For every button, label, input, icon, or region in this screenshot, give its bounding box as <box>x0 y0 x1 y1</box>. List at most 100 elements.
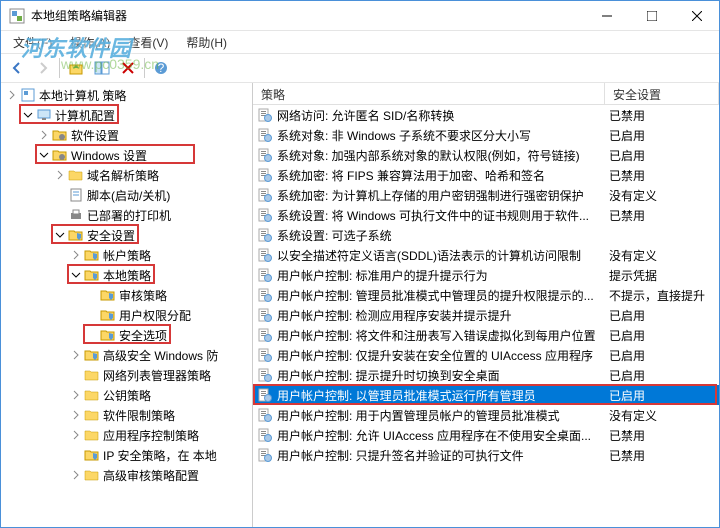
collapse-toggle-icon[interactable] <box>5 88 19 102</box>
up-button[interactable] <box>64 56 88 80</box>
policy-setting: 没有定义 <box>605 247 719 264</box>
policy-name: 系统设置: 可选子系统 <box>277 227 392 244</box>
tree-item-options[interactable]: 安全选项 <box>1 325 252 345</box>
policy-row[interactable]: 用户帐户控制: 提示提升时切换到安全桌面已启用 <box>253 365 719 385</box>
policy-icon <box>257 227 273 243</box>
tree-item-ipsec[interactable]: IP 安全策略，在 本地 <box>1 445 252 465</box>
column-setting[interactable]: 安全设置 <box>605 83 719 104</box>
expand-toggle-icon[interactable] <box>21 108 35 122</box>
policy-setting: 已禁用 <box>605 427 719 444</box>
collapse-toggle-icon[interactable] <box>69 388 83 402</box>
policy-name: 网络访问: 允许匿名 SID/名称转换 <box>277 107 454 124</box>
policy-icon <box>257 327 273 343</box>
policy-setting: 已启用 <box>605 387 719 404</box>
tree-item-rights[interactable]: 用户权限分配 <box>1 305 252 325</box>
menu-view[interactable]: 查看(V) <box>120 32 176 53</box>
policy-setting: 提示凭据 <box>605 267 719 284</box>
policy-row[interactable]: 用户帐户控制: 用于内置管理员帐户的管理员批准模式没有定义 <box>253 405 719 425</box>
policy-setting: 已启用 <box>605 307 719 324</box>
tree-item-account[interactable]: 帐户策略 <box>1 245 252 265</box>
delete-button[interactable] <box>116 56 140 80</box>
policy-row[interactable]: 系统对象: 加强内部系统对象的默认权限(例如，符号链接)已启用 <box>253 145 719 165</box>
tree-item-software[interactable]: 软件设置 <box>1 125 252 145</box>
tree-label: 帐户策略 <box>103 247 151 264</box>
back-button[interactable] <box>5 56 29 80</box>
policy-setting: 已禁用 <box>605 167 719 184</box>
tree-label: 安全设置 <box>87 227 135 244</box>
tree-item-security[interactable]: 安全设置 <box>1 225 252 245</box>
policy-row[interactable]: 用户帐户控制: 标准用户的提升提示行为提示凭据 <box>253 265 719 285</box>
menu-help[interactable]: 帮助(H) <box>178 32 235 53</box>
tree-item-root[interactable]: 本地计算机 策略 <box>1 85 252 105</box>
tree-pane[interactable]: 本地计算机 策略计算机配置软件设置Windows 设置域名解析策略脚本(启动/关… <box>1 83 253 527</box>
tree-item-scripts[interactable]: 脚本(启动/关机) <box>1 185 252 205</box>
policy-name: 用户帐户控制: 管理员批准模式中管理员的提升权限提示的... <box>277 287 594 304</box>
tree-node-icon <box>100 307 116 323</box>
tree-node-icon <box>68 187 84 203</box>
policy-name: 用户帐户控制: 仅提升安装在安全位置的 UIAccess 应用程序 <box>277 347 593 364</box>
policy-name: 系统加密: 将 FIPS 兼容算法用于加密、哈希和签名 <box>277 167 545 184</box>
policy-row[interactable]: 以安全描述符定义语言(SDDL)语法表示的计算机访问限制没有定义 <box>253 245 719 265</box>
tree-item-advaudit[interactable]: 高级审核策略配置 <box>1 465 252 485</box>
policy-setting: 没有定义 <box>605 407 719 424</box>
list-pane: 策略 安全设置 网络访问: 允许匿名 SID/名称转换已禁用系统对象: 非 Wi… <box>253 83 719 527</box>
tree-item-audit[interactable]: 审核策略 <box>1 285 252 305</box>
tree-item-netlist[interactable]: 网络列表管理器策略 <box>1 365 252 385</box>
list-header: 策略 安全设置 <box>253 83 719 105</box>
tree-item-pubkey[interactable]: 公钥策略 <box>1 385 252 405</box>
tree-node-icon <box>84 367 100 383</box>
collapse-toggle-icon[interactable] <box>69 428 83 442</box>
policy-row[interactable]: 系统加密: 为计算机上存储的用户密钥强制进行强密钥保护没有定义 <box>253 185 719 205</box>
policy-row[interactable]: 用户帐户控制: 将文件和注册表写入错误虚拟化到每用户位置已启用 <box>253 325 719 345</box>
maximize-button[interactable] <box>629 1 674 30</box>
tree-item-dns[interactable]: 域名解析策略 <box>1 165 252 185</box>
close-button[interactable] <box>674 1 719 30</box>
tree-item-local[interactable]: 本地策略 <box>1 265 252 285</box>
collapse-toggle-icon[interactable] <box>69 348 83 362</box>
tree-item-windows[interactable]: Windows 设置 <box>1 145 252 165</box>
collapse-toggle-icon[interactable] <box>69 468 83 482</box>
window-controls <box>584 1 719 30</box>
tree-label: 高级审核策略配置 <box>103 467 199 484</box>
expand-toggle-icon[interactable] <box>53 228 67 242</box>
forward-button[interactable] <box>31 56 55 80</box>
policy-row[interactable]: 用户帐户控制: 以管理员批准模式运行所有管理员 已启用 <box>253 385 719 405</box>
policy-row[interactable]: 系统对象: 非 Windows 子系统不要求区分大小写已启用 <box>253 125 719 145</box>
policy-name: 用户帐户控制: 将文件和注册表写入错误虚拟化到每用户位置 <box>277 327 596 344</box>
policy-row[interactable]: 网络访问: 允许匿名 SID/名称转换已禁用 <box>253 105 719 125</box>
tree-node-icon <box>100 287 116 303</box>
menu-action[interactable]: 操作(A) <box>62 32 118 53</box>
policy-row[interactable]: 用户帐户控制: 仅提升安装在安全位置的 UIAccess 应用程序已启用 <box>253 345 719 365</box>
menu-file[interactable]: 文件(F) <box>5 32 60 53</box>
policy-row[interactable]: 用户帐户控制: 管理员批准模式中管理员的提升权限提示的...不提示，直接提升 <box>253 285 719 305</box>
policy-name: 系统对象: 加强内部系统对象的默认权限(例如，符号链接) <box>277 147 580 164</box>
policy-row[interactable]: 系统设置: 可选子系统 <box>253 225 719 245</box>
tree-item-restrict[interactable]: 软件限制策略 <box>1 405 252 425</box>
tree-label: 本地计算机 策略 <box>39 87 126 104</box>
minimize-button[interactable] <box>584 1 629 30</box>
show-hide-tree-button[interactable] <box>90 56 114 80</box>
policy-icon <box>257 167 273 183</box>
tree-node-icon <box>52 127 68 143</box>
help-button[interactable]: ? <box>149 56 173 80</box>
collapse-toggle-icon[interactable] <box>53 168 67 182</box>
column-policy[interactable]: 策略 <box>253 83 605 104</box>
titlebar[interactable]: 本地组策略编辑器 <box>1 1 719 31</box>
tree-item-appctrl[interactable]: 应用程序控制策略 <box>1 425 252 445</box>
policy-row[interactable]: 用户帐户控制: 只提升签名并验证的可执行文件已禁用 <box>253 445 719 465</box>
tree-label: 本地策略 <box>103 267 151 284</box>
policy-row[interactable]: 用户帐户控制: 允许 UIAccess 应用程序在不使用安全桌面...已禁用 <box>253 425 719 445</box>
collapse-toggle-icon[interactable] <box>69 248 83 262</box>
policy-name: 用户帐户控制: 以管理员批准模式运行所有管理员 <box>277 387 536 404</box>
collapse-toggle-icon[interactable] <box>69 408 83 422</box>
collapse-toggle-icon[interactable] <box>37 128 51 142</box>
policy-row[interactable]: 用户帐户控制: 检测应用程序安装并提示提升已启用 <box>253 305 719 325</box>
tree-item-computer[interactable]: 计算机配置 <box>1 105 252 125</box>
expand-toggle-icon[interactable] <box>37 148 51 162</box>
tree-item-printers[interactable]: 已部署的打印机 <box>1 205 252 225</box>
policy-row[interactable]: 系统设置: 将 Windows 可执行文件中的证书规则用于软件...已禁用 <box>253 205 719 225</box>
list-body[interactable]: 网络访问: 允许匿名 SID/名称转换已禁用系统对象: 非 Windows 子系… <box>253 105 719 527</box>
expand-toggle-icon[interactable] <box>69 268 83 282</box>
tree-item-firewall[interactable]: 高级安全 Windows 防 <box>1 345 252 365</box>
policy-row[interactable]: 系统加密: 将 FIPS 兼容算法用于加密、哈希和签名 已禁用 <box>253 165 719 185</box>
